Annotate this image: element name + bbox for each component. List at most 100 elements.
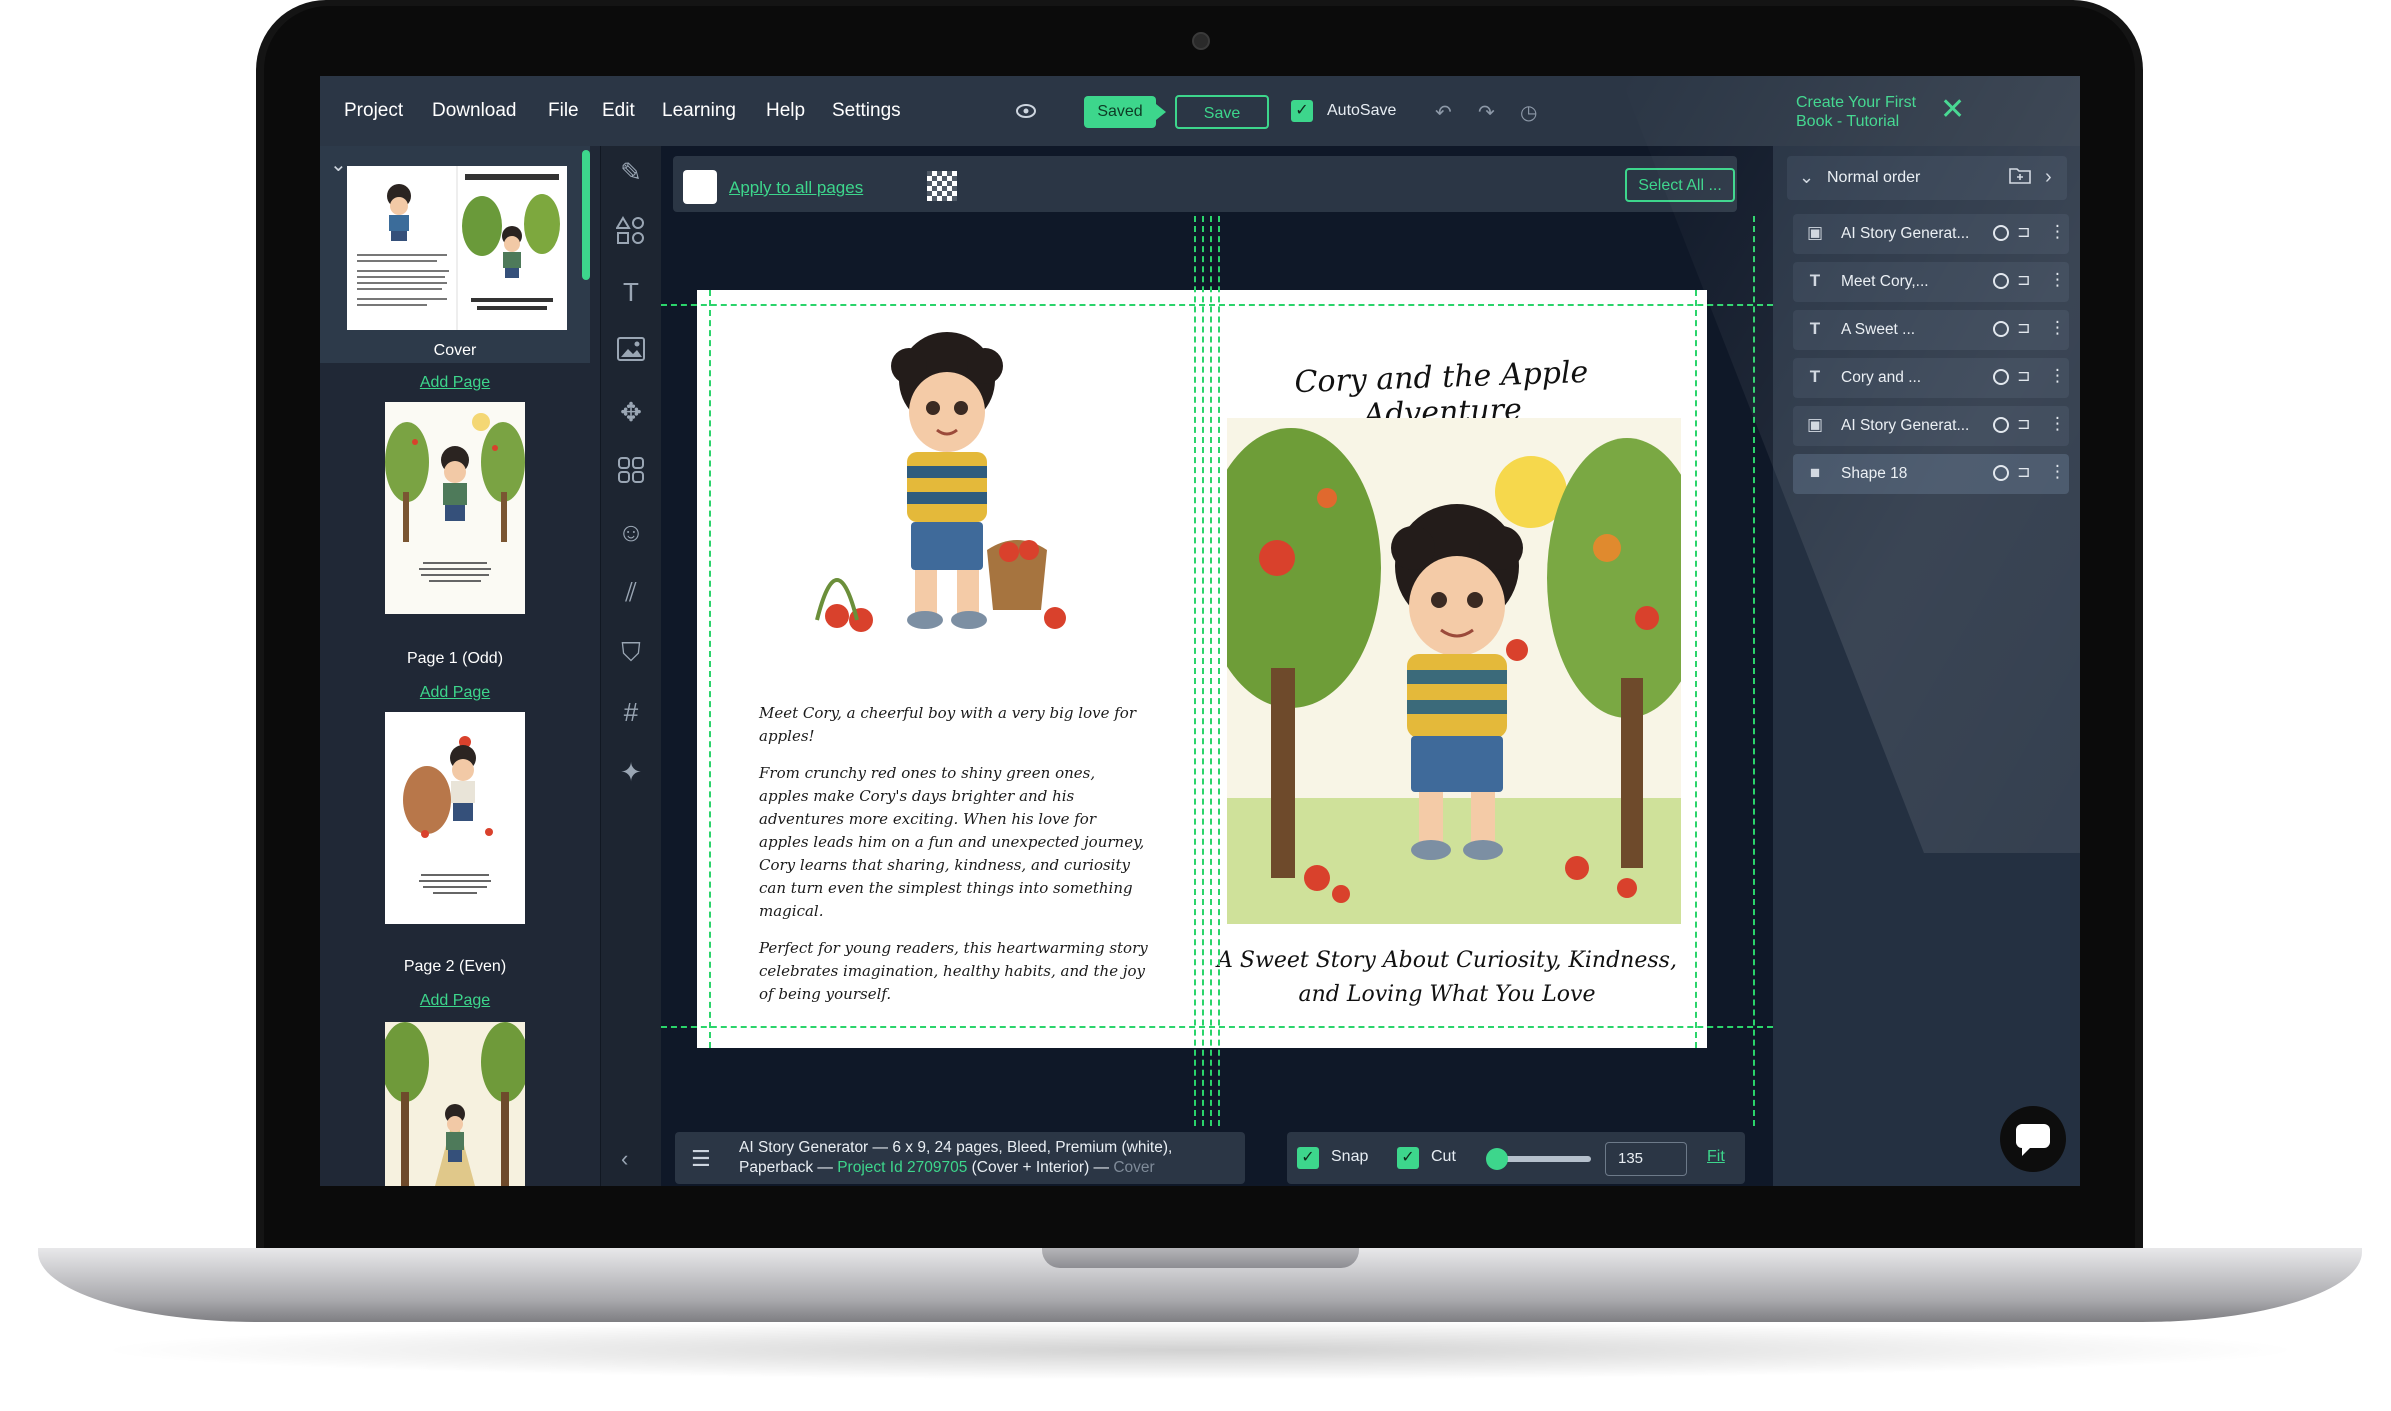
- unlock-icon[interactable]: ⊐: [2017, 462, 2030, 482]
- background-color-swatch[interactable]: [683, 170, 717, 204]
- folder-add-icon[interactable]: [2009, 166, 2031, 190]
- grid-icon[interactable]: [615, 456, 647, 488]
- chevron-right-icon[interactable]: ›: [2045, 166, 2052, 189]
- menu-settings[interactable]: Settings: [832, 100, 901, 122]
- image-icon[interactable]: [615, 336, 647, 368]
- edit-notes-icon[interactable]: ☰: [691, 1146, 711, 1172]
- visibility-toggle-icon[interactable]: [1993, 417, 2009, 433]
- layer-row[interactable]: T Cory and ... ⊐ ⋮: [1793, 358, 2069, 398]
- layer-row[interactable]: T Meet Cory,... ⊐ ⋮: [1793, 262, 2069, 302]
- unlock-icon[interactable]: ⊐: [2017, 414, 2030, 434]
- add-page-link[interactable]: Add Page: [320, 992, 590, 1010]
- chat-support-button[interactable]: [2000, 1106, 2066, 1172]
- story-text[interactable]: Meet Cory, a cheerful boy with a very bi…: [759, 702, 1149, 1020]
- mask-icon[interactable]: ☺: [615, 516, 647, 548]
- save-button[interactable]: Save: [1175, 95, 1269, 129]
- more-options-icon[interactable]: ⋮: [2049, 270, 2066, 290]
- layer-order-dropdown[interactable]: ⌄ Normal order ›: [1787, 156, 2067, 200]
- puzzle-icon[interactable]: ✥: [615, 396, 647, 428]
- layer-name: AI Story Generat...: [1841, 417, 1970, 434]
- pattern-icon[interactable]: ⫽: [615, 576, 647, 608]
- menu-help[interactable]: Help: [766, 100, 805, 122]
- visibility-toggle-icon[interactable]: [1993, 321, 2009, 337]
- chevron-down-icon[interactable]: ⌄: [330, 152, 347, 177]
- menu-learning[interactable]: Learning: [662, 100, 736, 122]
- more-options-icon[interactable]: ⋮: [2049, 414, 2066, 434]
- sparkle-icon[interactable]: ✦: [615, 756, 647, 788]
- menu-file[interactable]: File: [548, 100, 579, 122]
- layer-name: A Sweet ...: [1841, 321, 1916, 338]
- page-2-thumbnail[interactable]: [385, 712, 525, 924]
- project-info-text: AI Story Generator — 6 x 9, 24 pages, Bl…: [739, 1138, 1239, 1178]
- unlock-icon[interactable]: ⊐: [2017, 270, 2030, 290]
- bleed-guide: [1753, 216, 1755, 1126]
- current-page-label: Cover: [1113, 1159, 1155, 1176]
- visibility-toggle-icon[interactable]: [1993, 225, 2009, 241]
- saved-status-badge: Saved: [1084, 96, 1166, 128]
- cover-illustration[interactable]: [1201, 418, 1707, 924]
- more-options-icon[interactable]: ⋮: [2049, 222, 2066, 242]
- shapes-icon[interactable]: [615, 216, 647, 248]
- redo-icon[interactable]: ↷: [1478, 100, 1495, 125]
- story-paragraph: Perfect for young readers, this heartwar…: [759, 939, 1148, 1003]
- layer-row[interactable]: ▣ AI Story Generat... ⊐ ⋮: [1793, 214, 2069, 254]
- unlock-icon[interactable]: ⊐: [2017, 366, 2030, 386]
- page-1-thumbnail[interactable]: [385, 402, 525, 614]
- cover-thumbnail[interactable]: [347, 166, 567, 330]
- project-id[interactable]: Project Id 2709705: [837, 1159, 967, 1176]
- laptop-shadow: [90, 1320, 2310, 1380]
- more-options-icon[interactable]: ⋮: [2049, 462, 2066, 482]
- menu-project[interactable]: Project: [344, 100, 403, 122]
- stamp-icon[interactable]: ⛉: [615, 636, 647, 668]
- fit-button[interactable]: Fit: [1707, 1148, 1725, 1166]
- more-options-icon[interactable]: ⋮: [2049, 318, 2066, 338]
- layer-name: Cory and ...: [1841, 369, 1922, 386]
- apply-to-all-pages-link[interactable]: Apply to all pages: [729, 178, 863, 198]
- bleed-guide: [661, 304, 1773, 306]
- zoom-slider-knob[interactable]: [1486, 1148, 1509, 1170]
- collapse-left-icon[interactable]: ‹: [621, 1146, 628, 1172]
- layer-row[interactable]: ▣ AI Story Generat... ⊐ ⋮: [1793, 406, 2069, 446]
- pages-scrollbar[interactable]: [582, 150, 590, 280]
- unlock-icon[interactable]: ⊐: [2017, 318, 2030, 338]
- autosave-checkbox[interactable]: ✓: [1291, 100, 1313, 122]
- project-scope: (Cover + Interior) —: [967, 1159, 1114, 1176]
- visibility-toggle-icon[interactable]: [1993, 273, 2009, 289]
- more-options-icon[interactable]: ⋮: [2049, 366, 2066, 386]
- close-tutorial-icon[interactable]: ✕: [1940, 92, 1965, 127]
- history-icon[interactable]: ◷: [1520, 100, 1537, 125]
- undo-icon[interactable]: ↶: [1435, 100, 1452, 125]
- unlock-icon[interactable]: ⊐: [2017, 222, 2030, 242]
- zoom-input[interactable]: 135: [1605, 1142, 1687, 1176]
- snap-checkbox[interactable]: ✓: [1297, 1147, 1319, 1169]
- layer-row[interactable]: ■ Shape 18 ⊐ ⋮: [1793, 454, 2069, 494]
- layers-panel: ⌄ Normal order › ▣ AI Story Generat... ⊐ ⋮ T…: [1773, 146, 2080, 1186]
- spine-guide: [1194, 216, 1196, 1126]
- page-3-thumbnail[interactable]: [381, 1022, 529, 1186]
- select-all-button[interactable]: Select All ...: [1625, 168, 1735, 202]
- menu-download[interactable]: Download: [432, 100, 517, 122]
- pencil-icon[interactable]: ✎: [615, 156, 647, 188]
- layer-row[interactable]: T A Sweet ... ⊐ ⋮: [1793, 310, 2069, 350]
- add-page-link[interactable]: Add Page: [320, 374, 590, 392]
- cover-caption: Cover: [433, 342, 477, 359]
- add-page-link[interactable]: Add Page: [320, 684, 590, 702]
- editor-canvas[interactable]: Apply to all pages Select All ... Meet C…: [661, 146, 1773, 1186]
- tutorial-link[interactable]: Create Your First Book - Tutorial: [1796, 93, 1936, 131]
- book-subtitle[interactable]: A Sweet Story About Curiosity, Kindness,…: [1217, 944, 1677, 1012]
- hashtag-icon[interactable]: #: [615, 696, 647, 728]
- spine-guide: [1210, 216, 1212, 1126]
- preview-eye-icon[interactable]: [1015, 100, 1037, 122]
- tool-rail: ✎ T ✥ ☺ ⫽ ⛉ # ✦ ‹: [600, 146, 662, 1186]
- transparency-icon[interactable]: [927, 171, 957, 201]
- cut-checkbox[interactable]: ✓: [1397, 1147, 1419, 1169]
- app-screen: Project Download File Edit Learning Help…: [320, 76, 2080, 1186]
- visibility-toggle-icon[interactable]: [1993, 465, 2009, 481]
- image-icon: ▣: [1806, 415, 1824, 434]
- text-icon[interactable]: T: [615, 276, 647, 308]
- menu-edit[interactable]: Edit: [602, 100, 635, 122]
- project-info-bar: ☰ AI Story Generator — 6 x 9, 24 pages, …: [675, 1132, 1245, 1184]
- story-paragraph: From crunchy red ones to shiny green one…: [759, 764, 1145, 920]
- bleed-guide: [709, 290, 711, 1048]
- visibility-toggle-icon[interactable]: [1993, 369, 2009, 385]
